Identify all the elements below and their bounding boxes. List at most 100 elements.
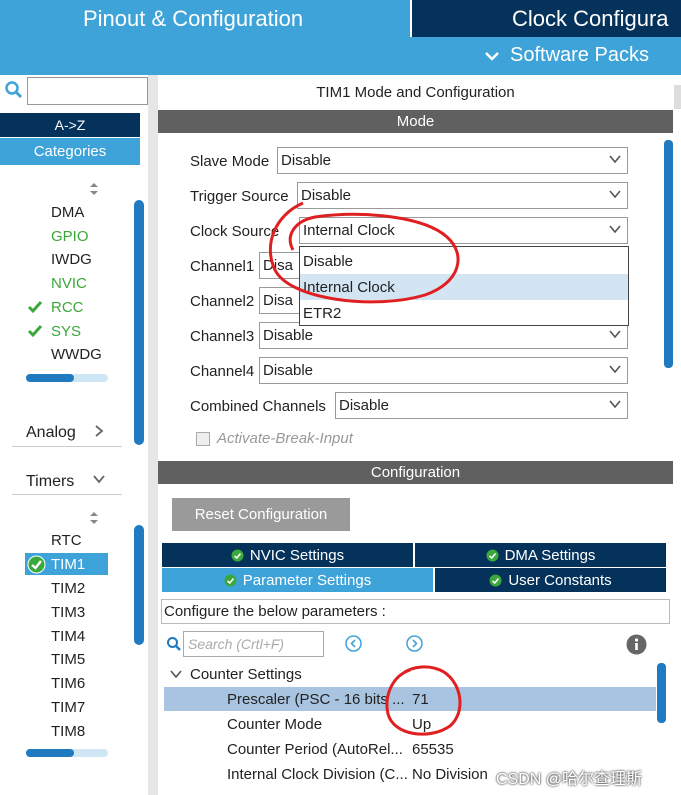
activate-break-label: Activate-Break-Input xyxy=(217,430,353,447)
timers-hscroll-thumb[interactable] xyxy=(26,749,74,757)
channel3-value: Disable xyxy=(263,327,314,344)
tab-parameter-settings[interactable]: Parameter Settings xyxy=(162,568,433,592)
search-icon xyxy=(167,637,181,651)
tab-user-constants-label: User Constants xyxy=(508,571,612,589)
param-name: Internal Clock Division (C... xyxy=(227,765,407,783)
chevron-down-icon xyxy=(485,51,499,61)
category-analog[interactable]: Analog xyxy=(26,424,76,442)
software-packs-menu[interactable]: Software Packs xyxy=(484,44,649,67)
check-icon xyxy=(27,301,43,314)
tab-user-constants[interactable]: User Constants xyxy=(435,568,666,592)
sidebar-item-tim2[interactable]: TIM2 xyxy=(51,580,85,597)
sidebar-item-tim7[interactable]: TIM7 xyxy=(51,699,85,716)
sidebar-item-dma[interactable]: DMA xyxy=(51,204,84,221)
search-icon xyxy=(5,81,23,99)
sidebar-item-tim1[interactable]: TIM1 xyxy=(51,556,85,573)
tab-clock-configuration[interactable]: Clock Configura xyxy=(412,0,681,37)
tab-parameter-label: Parameter Settings xyxy=(242,571,372,589)
panel-splitter[interactable] xyxy=(148,75,158,795)
category-timers[interactable]: Timers xyxy=(26,473,74,491)
software-packs-label: Software Packs xyxy=(510,44,649,66)
categories-label: Categories xyxy=(33,143,107,160)
tab-pinout-label: Pinout & Configuration xyxy=(83,5,304,31)
channel3-select[interactable]: Disable xyxy=(259,322,628,349)
sidebar-item-rcc[interactable]: RCC xyxy=(51,299,84,316)
chevron-down-icon xyxy=(170,670,182,678)
sort-arrows-icon[interactable] xyxy=(88,511,100,525)
sidebar-item-tim6[interactable]: TIM6 xyxy=(51,675,85,692)
chevron-down-icon xyxy=(609,365,621,373)
mode-header: Mode xyxy=(158,110,673,133)
channel4-value: Disable xyxy=(263,362,314,379)
param-value[interactable]: No Division xyxy=(412,766,488,783)
tab-dma-label: DMA Settings xyxy=(504,546,596,564)
combined-channels-value: Disable xyxy=(339,397,390,414)
sidebar-item-rtc[interactable]: RTC xyxy=(51,532,82,549)
sidebar-item-tim4[interactable]: TIM4 xyxy=(51,628,85,645)
tab-pinout-configuration[interactable]: Pinout & Configuration xyxy=(0,0,410,37)
divider xyxy=(12,446,122,447)
timers-hscroll-track[interactable] xyxy=(26,749,108,757)
sidebar-scrollbar[interactable] xyxy=(134,200,144,445)
sort-arrows-icon[interactable] xyxy=(88,182,100,196)
sidebar-item-tim5[interactable]: TIM5 xyxy=(51,651,85,668)
previous-match-icon[interactable] xyxy=(345,635,362,652)
sidebar-item-gpio[interactable]: GPIO xyxy=(51,228,89,245)
slave-mode-select[interactable]: Disable xyxy=(277,147,628,174)
counter-settings-label: Counter Settings xyxy=(190,665,302,683)
system-hscroll-track[interactable] xyxy=(26,374,108,382)
sidebar-item-wwdg[interactable]: WWDG xyxy=(51,346,102,363)
sidebar-item-iwdg[interactable]: IWDG xyxy=(51,251,92,268)
sort-az-button[interactable]: A->Z xyxy=(0,113,140,137)
check-circle-icon xyxy=(224,574,237,586)
channel4-select[interactable]: Disable xyxy=(259,357,628,384)
chevron-down-icon xyxy=(609,400,621,408)
combined-channels-label: Combined Channels xyxy=(190,398,326,415)
mode-scrollbar[interactable] xyxy=(664,140,673,368)
tab-clock-label: Clock Configura xyxy=(512,5,669,31)
sidebar-item-sys[interactable]: SYS xyxy=(51,323,81,340)
combined-channels-select[interactable]: Disable xyxy=(335,392,628,419)
panel-title: TIM1 Mode and Configuration xyxy=(316,83,515,101)
chevron-right-icon[interactable] xyxy=(94,424,104,438)
annotation-circle xyxy=(385,665,462,736)
channel3-label: Channel3 xyxy=(190,328,255,345)
channel2-label: Channel2 xyxy=(190,293,255,310)
chevron-down-icon xyxy=(609,225,621,233)
watermark: CSDN @哈尔查理斯 xyxy=(496,771,643,788)
check-circle-icon xyxy=(27,555,46,574)
tab-nvic-settings[interactable]: NVIC Settings xyxy=(162,543,413,567)
info-icon[interactable] xyxy=(626,634,647,655)
parameter-search-input[interactable]: Search (Crtl+F) xyxy=(183,631,324,657)
configuration-header: Configuration xyxy=(158,461,673,484)
activate-break-checkbox[interactable] xyxy=(196,432,210,446)
sort-az-label: A->Z xyxy=(54,117,86,133)
parameters-hint: Configure the below parameters : xyxy=(161,599,670,624)
tab-dma-settings[interactable]: DMA Settings xyxy=(415,543,666,567)
timers-scrollbar[interactable] xyxy=(134,525,144,645)
app-window: Pinout & Configuration Clock Configura S… xyxy=(0,0,681,795)
categories-tab[interactable]: Categories xyxy=(0,138,140,165)
sidebar-search-input[interactable] xyxy=(27,77,148,105)
slave-mode-label: Slave Mode xyxy=(190,153,270,170)
divider xyxy=(12,494,122,495)
check-circle-icon xyxy=(486,549,499,561)
chevron-down-icon xyxy=(609,155,621,163)
panel-splitter-right[interactable] xyxy=(674,85,681,109)
sidebar-item-tim8[interactable]: TIM8 xyxy=(51,723,85,740)
tab-nvic-label: NVIC Settings xyxy=(249,546,345,564)
parameters-scrollbar[interactable] xyxy=(657,663,666,723)
reset-configuration-label: Reset Configuration xyxy=(194,506,328,523)
check-icon xyxy=(27,325,43,338)
channel1-label: Channel1 xyxy=(190,258,255,275)
chevron-down-icon xyxy=(609,330,621,338)
reset-configuration-button[interactable]: Reset Configuration xyxy=(172,498,350,531)
channel4-label: Channel4 xyxy=(190,363,255,380)
sidebar-item-tim3[interactable]: TIM3 xyxy=(51,604,85,621)
check-circle-icon xyxy=(489,574,502,586)
next-match-icon[interactable] xyxy=(406,635,423,652)
system-hscroll-thumb[interactable] xyxy=(26,374,74,382)
slave-mode-value: Disable xyxy=(281,152,332,169)
sidebar-item-nvic[interactable]: NVIC xyxy=(51,275,87,292)
chevron-down-icon[interactable] xyxy=(92,474,106,484)
